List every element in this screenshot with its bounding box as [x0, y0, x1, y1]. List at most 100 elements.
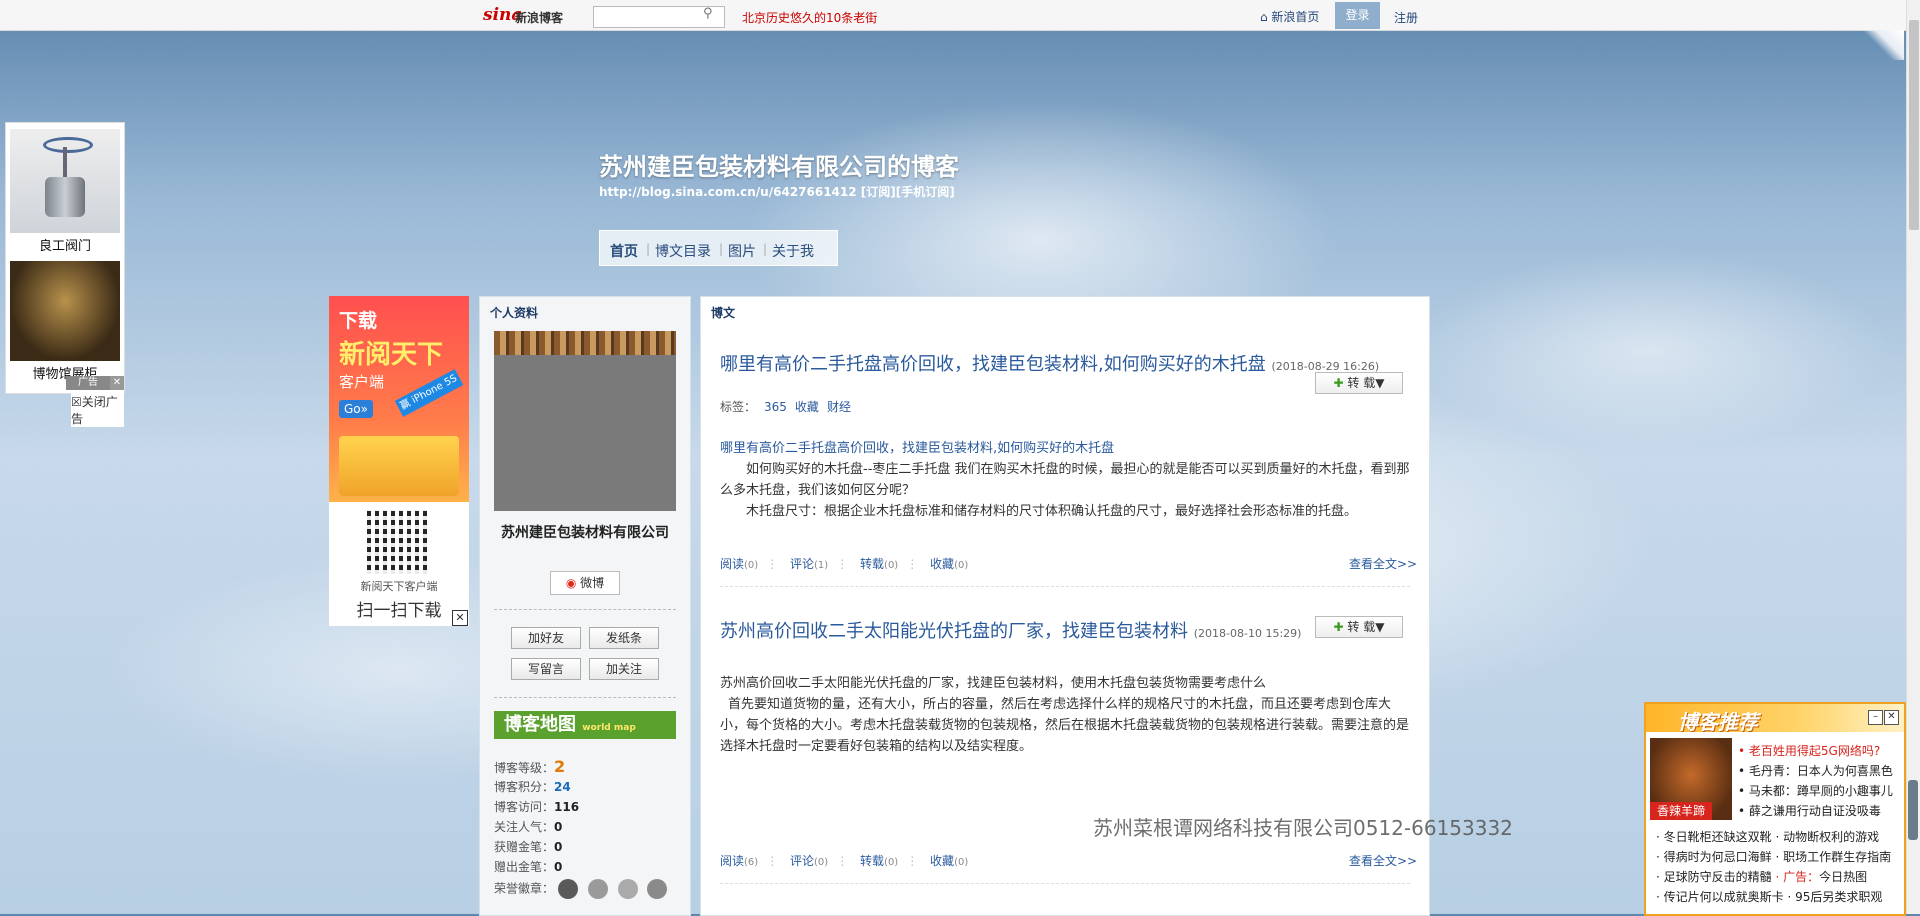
recommend-link[interactable]: · 足球防守反击的精髓 · 广告：今日热图 [1656, 868, 1867, 885]
close-ad-link[interactable]: ☒关闭广告 [71, 393, 124, 427]
hot-link[interactable]: 北京历史悠久的10条老街 [742, 9, 877, 26]
tag-link[interactable]: 365 [764, 400, 787, 414]
badge-icon[interactable] [557, 879, 578, 899]
read-link[interactable]: 阅读(6) [720, 854, 758, 868]
add-friend-button[interactable]: 加好友 [511, 627, 581, 649]
plus-icon: ✚ [1333, 376, 1344, 390]
recommend-link[interactable]: · 传记片何以成就奥斯卡 · 95后另类求职观 [1656, 888, 1882, 905]
qr-code-pattern [367, 510, 431, 574]
nav-pictures[interactable]: 图片 [728, 241, 756, 261]
avatar-image-strip [494, 331, 676, 355]
recommend-header: 博客推荐 – ✕ [1646, 704, 1904, 734]
recommend-link[interactable]: • 毛丹青：日本人为何喜黑色 [1738, 762, 1893, 779]
repost-link[interactable]: 转载(0) [860, 854, 898, 868]
watermark-text: 苏州菜根谭网络科技有限公司0512-66153332 [1093, 816, 1513, 840]
close-icon[interactable]: ✕ [1884, 710, 1899, 725]
register-link[interactable]: 注册 [1394, 9, 1418, 26]
nav-separator: | [646, 242, 651, 256]
camera-icon[interactable] [587, 879, 608, 899]
search-icon[interactable]: ⚲ [703, 7, 715, 20]
favorite-link[interactable]: 收藏(0) [930, 854, 968, 868]
minimize-icon[interactable]: – [1868, 710, 1883, 725]
blog-logo-text[interactable]: 新浪博客 [515, 9, 563, 26]
ad-close-icon[interactable]: ✕ [110, 376, 124, 390]
recommend-image-label[interactable]: 香辣羊蹄 [1650, 802, 1712, 820]
post-meta: 阅读(0) ⋮ 评论(1) ⋮ 转载(0) ⋮ 收藏(0) [720, 557, 969, 571]
valve-body-shape [45, 177, 85, 217]
top-bar: sina 新浪博客 ⚲ 北京历史悠久的10条老街 ⌂ 新浪首页 登录 注册 [0, 0, 1906, 31]
ad-label-valve[interactable]: 良工阀门 [6, 235, 124, 254]
tag-link[interactable]: 财经 [827, 400, 851, 414]
blog-title: 苏州建臣包装材料有限公司的博客 [599, 153, 959, 181]
nav-about[interactable]: 关于我 [772, 241, 814, 261]
page-curl-corner[interactable] [1864, 30, 1904, 60]
nav-article-list[interactable]: 博文目录 [655, 241, 711, 261]
follow-button[interactable]: 加关注 [589, 658, 659, 680]
blog-url[interactable]: http://blog.sina.com.cn/u/6427661412 [订阅… [599, 183, 955, 200]
recommend-link[interactable]: · 冬日靴柜还缺这双靴 · 动物断权利的游戏 [1656, 828, 1879, 845]
comment-link[interactable]: 评论(1) [790, 557, 828, 571]
post-title[interactable]: 哪里有高价二手托盘高价回收，找建臣包装材料,如何购买好的木托盘 (2018-08… [720, 350, 1379, 376]
recommend-link[interactable]: · 得病时为何忌口海鲜 · 职场工作群生存指南 [1656, 848, 1891, 865]
valve-image[interactable] [10, 129, 120, 233]
profile-panel: 个人资料 苏州建臣包装材料有限公司 ◉ 微博 加好友 发纸条 写留言 加关注 博… [479, 296, 691, 916]
posts-title: 博文 [711, 306, 736, 320]
post-paragraph: 首先要知道货物的量，还有大小，所占的容量，然后在考虑选择什么样的规格尺寸的木托盘… [720, 697, 1410, 754]
stat-pens-received: 获赠金笔：0 [494, 840, 563, 854]
iphone-ribbon: 赢 iPhone 5S [394, 369, 464, 417]
plus-icon: ✚ [1333, 620, 1344, 634]
stat-followers: 关注人气：0 [494, 820, 563, 834]
lock-icon[interactable] [617, 879, 638, 899]
tag-link[interactable]: 收藏 [795, 400, 819, 414]
download-app-ad[interactable]: 下载 新阅天下 客户端 Go» 赢 iPhone 5S 新阅天下客户端 扫一扫下… [329, 296, 469, 626]
weibo-icon: ◉ [565, 576, 577, 590]
read-more-link[interactable]: 查看全文>> [1349, 852, 1417, 869]
repost-link[interactable]: 转载(0) [860, 557, 898, 571]
write-message-button[interactable]: 写留言 [511, 658, 581, 680]
scrollbar[interactable] [1906, 0, 1920, 914]
go-button[interactable]: Go» [339, 400, 373, 418]
floating-ad: 良工阀门 博物馆展柜 广告 ✕ ☒关闭广告 [5, 122, 125, 427]
read-more-link[interactable]: 查看全文>> [1349, 555, 1417, 572]
qr-caption-small: 新阅天下客户端 [360, 580, 438, 593]
repost-button[interactable]: ✚ 转 载▼ [1315, 372, 1403, 394]
honor-badges-label: 荣誉徽章： [494, 881, 555, 896]
qr-caption-big: 扫一扫下载 [356, 601, 442, 621]
recommend-title: 博客推荐 [1678, 710, 1758, 734]
nav-separator: | [719, 242, 724, 256]
post-body: 哪里有高价二手托盘高价回收，找建臣包装材料,如何购买好的木托盘 如何购买好的木托… [720, 438, 1410, 522]
museum-image[interactable] [10, 261, 120, 361]
valve-wheel-shape [43, 137, 93, 153]
ad-line-app-name: 新阅天下 [339, 340, 444, 370]
send-note-button[interactable]: 发纸条 [589, 627, 659, 649]
sina-home-link[interactable]: ⌂ 新浪首页 [1260, 8, 1319, 25]
avatar[interactable] [494, 331, 676, 511]
ad-line-download: 下载 [339, 310, 378, 332]
gift-box-image [339, 436, 459, 496]
pen-icon[interactable] [647, 879, 668, 899]
recommend-link[interactable]: • 马未都：蹲早厕的小趣事儿 [1738, 782, 1893, 799]
recommend-link[interactable]: • 老百姓用得起5G网络吗? [1738, 742, 1880, 759]
honor-badges: 荣誉徽章： [494, 879, 673, 899]
weibo-button[interactable]: ◉ 微博 [550, 571, 620, 595]
scrollbar-thumb[interactable] [1909, 20, 1919, 230]
login-button[interactable]: 登录 [1335, 2, 1380, 29]
divider [720, 883, 1410, 884]
post-title[interactable]: 苏州高价回收二手太阳能光伏托盘的厂家，找建臣包装材料 (2018-08-10 1… [720, 617, 1301, 643]
post-meta: 阅读(6) ⋮ 评论(0) ⋮ 转载(0) ⋮ 收藏(0) [720, 854, 969, 868]
read-link[interactable]: 阅读(0) [720, 557, 758, 571]
close-icon[interactable]: ✕ [452, 610, 468, 626]
comment-link[interactable]: 评论(0) [790, 854, 828, 868]
post-paragraph: 苏州高价回收二手太阳能光伏托盘的厂家，找建臣包装材料，使用木托盘包装货物需要考虑… [720, 676, 1267, 691]
side-feedback-tab[interactable] [1908, 780, 1918, 840]
blog-map-button[interactable]: 博客地图 world map [494, 711, 676, 739]
recommend-link[interactable]: • 薛之谦用行动自证没吸毒 [1738, 802, 1881, 819]
map-label: 博客地图 [504, 714, 576, 735]
favorite-link[interactable]: 收藏(0) [930, 557, 968, 571]
post-paragraph: 如何购买好的木托盘--枣庄二手托盘 我们在购买木托盘的时候，最担心的就是能否可以… [720, 462, 1410, 498]
post-tags: 标签： 365 收藏 财经 [720, 400, 851, 414]
repost-button[interactable]: ✚ 转 载▼ [1315, 616, 1403, 638]
nav-home[interactable]: 首页 [610, 241, 638, 261]
ad-tag: 广告 [66, 376, 110, 390]
post-paragraph: 木托盘尺寸：根据企业木托盘标准和储存材料的尺寸体积确认托盘的尺寸，最好选择社会形… [746, 504, 1358, 519]
